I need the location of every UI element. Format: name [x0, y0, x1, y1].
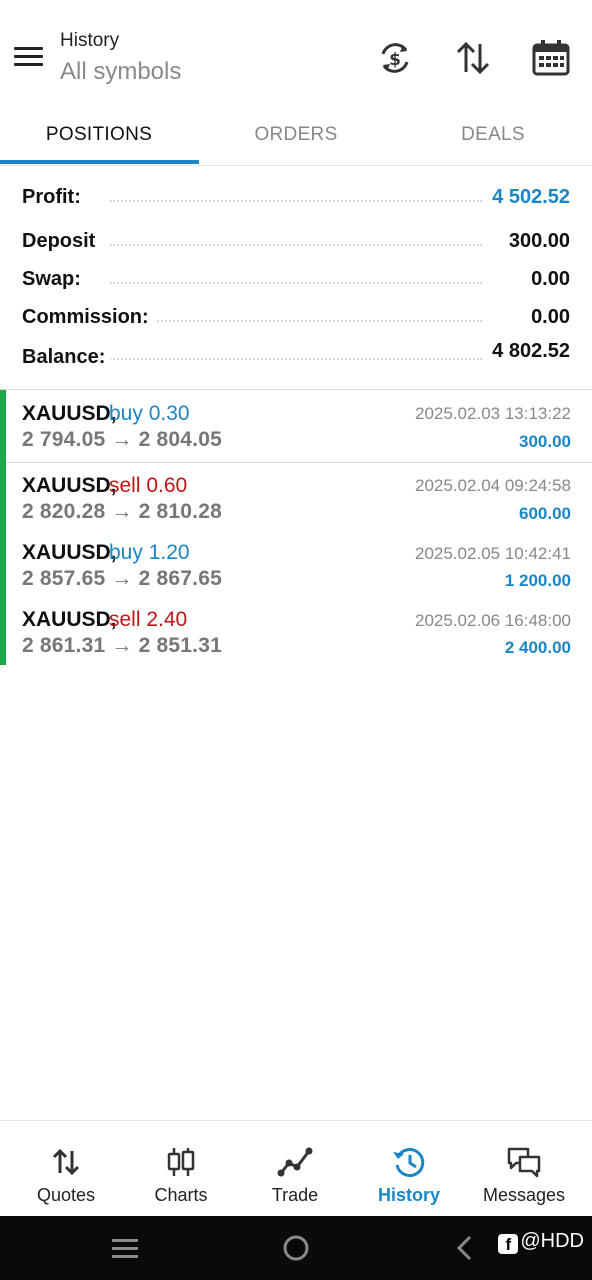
position-profit: 2 400.00 — [504, 638, 571, 657]
page-title: History — [60, 30, 120, 51]
menu-icon[interactable] — [14, 44, 44, 68]
commission-label: Commission: — [22, 306, 155, 329]
position-row[interactable]: XAUUSD, sell 2.40 2 861.31 → 2 851.31 20… — [0, 598, 592, 665]
swap-value: 0.00 — [525, 268, 570, 291]
tab-orders[interactable]: ORDERS — [197, 108, 395, 164]
dotted-leader — [110, 358, 482, 360]
deposit-value: 300.00 — [502, 230, 570, 253]
dotted-leader — [110, 282, 482, 284]
nav-trade-label: Trade — [271, 1185, 319, 1205]
swap-label: Swap: — [22, 268, 87, 291]
recents-icon[interactable] — [108, 1232, 142, 1264]
position-time: 2025.02.05 10:42:41 — [415, 544, 571, 563]
history-tabs: POSITIONS ORDERS DEALS — [0, 108, 592, 166]
currency-sync-icon[interactable]: $ — [375, 38, 415, 78]
symbol-filter[interactable]: All symbols — [60, 58, 181, 86]
position-row[interactable]: XAUUSD, sell 0.60 2 820.28 → 2 810.28 20… — [0, 462, 592, 532]
position-prices: 2 794.05 → 2 804.05 — [22, 428, 222, 451]
home-icon[interactable] — [279, 1232, 313, 1264]
quotes-icon — [48, 1145, 84, 1179]
position-prices: 2 857.65 → 2 867.65 — [22, 567, 222, 590]
position-profit: 300.00 — [519, 432, 571, 451]
dotted-leader — [110, 200, 482, 202]
nav-quotes[interactable]: Quotes — [8, 1121, 124, 1217]
tab-deals[interactable]: DEALS — [394, 108, 592, 164]
watermark-text: @HDD — [520, 1230, 584, 1252]
history-icon — [391, 1145, 427, 1179]
back-icon[interactable] — [448, 1232, 482, 1264]
nav-messages-label: Messages — [482, 1185, 566, 1205]
nav-history-label: History — [377, 1185, 440, 1205]
active-tab-indicator — [0, 160, 199, 164]
nav-trade[interactable]: Trade — [238, 1121, 352, 1217]
nav-charts[interactable]: Charts — [124, 1121, 238, 1217]
position-status-bar — [0, 598, 6, 665]
bottom-navigation: Quotes Charts Trade History Messages — [0, 1120, 592, 1216]
position-direction: sell 2.40 — [109, 608, 188, 631]
profit-label: Profit: — [22, 186, 87, 209]
summary-swap: Swap: 0.00 — [0, 262, 592, 298]
position-profit: 1 200.00 — [504, 571, 571, 590]
svg-text:$: $ — [389, 50, 401, 70]
trade-icon — [277, 1145, 313, 1179]
summary-deposit: Deposit 300.00 — [0, 224, 592, 260]
watermark: f @HDD — [498, 1230, 584, 1254]
dotted-leader — [110, 320, 482, 322]
balance-value: 4 802.52 — [486, 340, 570, 363]
charts-icon — [163, 1145, 199, 1179]
position-direction: buy 0.30 — [109, 402, 190, 425]
tab-positions[interactable]: POSITIONS — [0, 108, 198, 164]
calendar-icon[interactable] — [531, 38, 571, 78]
position-profit: 600.00 — [519, 504, 571, 523]
balance-label: Balance: — [22, 346, 112, 369]
position-direction: buy 1.20 — [109, 541, 190, 564]
nav-history[interactable]: History — [352, 1121, 466, 1217]
position-time: 2025.02.04 09:24:58 — [415, 476, 571, 495]
sort-icon[interactable] — [453, 38, 493, 78]
facebook-icon: f — [498, 1234, 519, 1254]
position-status-bar — [0, 390, 6, 462]
position-status-bar — [0, 462, 6, 532]
position-row[interactable]: XAUUSD, buy 1.20 2 857.65 → 2 867.65 202… — [0, 532, 592, 598]
position-direction: sell 0.60 — [109, 474, 188, 497]
position-time: 2025.02.03 13:13:22 — [415, 404, 571, 423]
dotted-leader — [110, 244, 482, 246]
position-time: 2025.02.06 16:48:00 — [415, 611, 571, 630]
position-symbol: XAUUSD, — [22, 402, 117, 425]
position-row[interactable]: XAUUSD, buy 0.30 2 794.05 → 2 804.05 202… — [0, 390, 592, 462]
deposit-label: Deposit — [22, 230, 102, 253]
summary-commission: Commission: 0.00 — [0, 300, 592, 336]
position-symbol: XAUUSD, — [22, 474, 117, 497]
nav-quotes-label: Quotes — [36, 1185, 96, 1205]
nav-messages[interactable]: Messages — [466, 1121, 582, 1217]
summary-profit: Profit: 4 502.52 — [0, 180, 592, 216]
commission-value: 0.00 — [525, 306, 570, 329]
system-navigation-bar: f @HDD — [0, 1216, 592, 1280]
nav-charts-label: Charts — [154, 1185, 208, 1205]
profit-value: 4 502.52 — [486, 186, 570, 209]
app-header: History All symbols $ — [0, 0, 592, 108]
position-symbol: XAUUSD, — [22, 541, 117, 564]
position-status-bar — [0, 532, 6, 598]
position-prices: 2 861.31 → 2 851.31 — [22, 634, 222, 657]
position-symbol: XAUUSD, — [22, 608, 117, 631]
messages-icon — [506, 1145, 542, 1179]
summary-balance: Balance: 4 802.52 — [0, 338, 592, 374]
position-prices: 2 820.28 → 2 810.28 — [22, 500, 222, 523]
